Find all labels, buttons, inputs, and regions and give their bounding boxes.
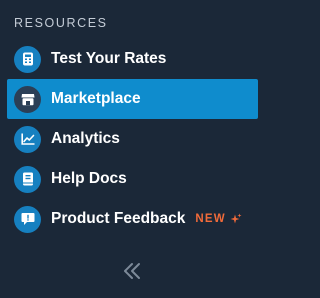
nav-item-label: Product Feedback xyxy=(51,210,186,227)
nav-item-marketplace[interactable]: Marketplace xyxy=(7,79,258,119)
sparkle-icon xyxy=(230,213,242,224)
badge-label: NEW xyxy=(195,213,226,225)
nav-item-label: Help Docs xyxy=(51,170,127,187)
nav-item-label: Test Your Rates xyxy=(51,50,167,67)
new-badge: NEW xyxy=(195,213,242,225)
book-icon xyxy=(14,165,41,193)
collapse-sidebar-button[interactable] xyxy=(122,262,144,280)
resources-nav: Test Your Rates Marketplace Analytics He… xyxy=(0,39,267,239)
nav-item-help-docs[interactable]: Help Docs xyxy=(7,159,258,199)
nav-item-product-feedback[interactable]: Product Feedback NEW xyxy=(7,199,258,239)
section-title: RESOURCES xyxy=(14,16,108,30)
calculator-icon xyxy=(14,45,41,73)
nav-item-analytics[interactable]: Analytics xyxy=(7,119,258,159)
nav-item-label: Analytics xyxy=(51,130,120,147)
double-chevron-left-icon xyxy=(124,263,140,279)
nav-item-test-your-rates[interactable]: Test Your Rates xyxy=(7,39,258,79)
store-icon xyxy=(14,85,41,113)
chart-line-icon xyxy=(14,125,41,153)
message-icon xyxy=(14,205,41,233)
nav-item-label: Marketplace xyxy=(51,90,141,107)
